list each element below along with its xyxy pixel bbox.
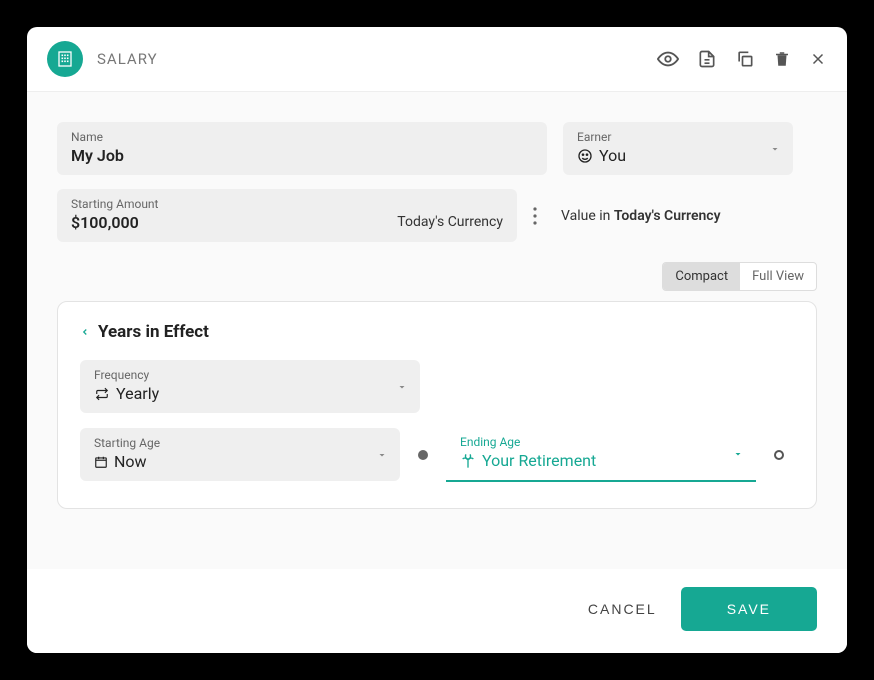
- note-icon[interactable]: [697, 49, 717, 69]
- chevron-left-icon[interactable]: [80, 324, 90, 340]
- modal-header: SALARY: [27, 27, 847, 92]
- value-in-text: Value in Today's Currency: [561, 208, 721, 224]
- start-dot-indicator: [418, 450, 428, 460]
- trash-icon[interactable]: [773, 49, 791, 69]
- currency-tag: Today's Currency: [397, 214, 503, 230]
- card-header: Years in Effect: [80, 322, 794, 342]
- years-in-effect-card: Years in Effect Frequency Yearly: [57, 301, 817, 509]
- chevron-down-icon: [769, 143, 781, 155]
- close-icon[interactable]: [809, 50, 827, 68]
- save-button[interactable]: SAVE: [681, 587, 817, 631]
- name-label: Name: [71, 130, 533, 144]
- starting-amount-field[interactable]: Starting Amount $100,000 Today's Currenc…: [57, 189, 517, 242]
- ending-age-field[interactable]: Ending Age Your Retirement: [446, 427, 756, 482]
- name-value: My Job: [71, 146, 533, 165]
- copy-icon[interactable]: [735, 49, 755, 69]
- header-title-group: SALARY: [47, 41, 657, 77]
- frequency-label: Frequency: [94, 368, 406, 382]
- salary-modal: SALARY Name My Job: [27, 27, 847, 653]
- amount-row: Starting Amount $100,000 Today's Currenc…: [57, 189, 817, 242]
- modal-title: SALARY: [97, 50, 158, 68]
- earner-field[interactable]: Earner You: [563, 122, 793, 175]
- starting-age-field[interactable]: Starting Age Now: [80, 428, 400, 481]
- frequency-row: Frequency Yearly: [80, 360, 794, 413]
- chevron-down-icon: [376, 449, 388, 461]
- ending-age-value: Your Retirement: [460, 451, 742, 470]
- building-icon: [47, 41, 83, 77]
- repeat-icon: [94, 387, 110, 401]
- starting-age-value: Now: [94, 452, 386, 471]
- end-dot-indicator: [774, 450, 784, 460]
- frequency-value: Yearly: [94, 384, 406, 403]
- name-earner-row: Name My Job Earner You: [57, 122, 817, 175]
- modal-body: Name My Job Earner You Starting Amount: [27, 92, 847, 569]
- earner-label: Earner: [577, 130, 779, 144]
- palm-icon: [460, 453, 476, 469]
- calendar-icon: [94, 455, 108, 469]
- chevron-down-icon: [732, 448, 744, 460]
- amount-label: Starting Amount: [71, 197, 503, 211]
- view-toggle-group: Compact Full View: [662, 262, 817, 291]
- compact-toggle[interactable]: Compact: [663, 263, 740, 290]
- earner-value: You: [577, 146, 779, 165]
- cancel-button[interactable]: CANCEL: [588, 601, 657, 617]
- view-toggle: Compact Full View: [57, 262, 817, 291]
- full-view-toggle[interactable]: Full View: [740, 263, 816, 290]
- card-title: Years in Effect: [98, 322, 209, 342]
- chevron-down-icon: [396, 381, 408, 393]
- frequency-field[interactable]: Frequency Yearly: [80, 360, 420, 413]
- kebab-menu-icon[interactable]: [529, 207, 541, 225]
- ending-age-label: Ending Age: [460, 435, 742, 449]
- person-icon: [577, 148, 593, 164]
- modal-footer: CANCEL SAVE: [27, 569, 847, 653]
- age-range-row: Starting Age Now Ending Age: [80, 427, 794, 482]
- starting-age-label: Starting Age: [94, 436, 386, 450]
- header-actions: [657, 48, 827, 70]
- name-field[interactable]: Name My Job: [57, 122, 547, 175]
- eye-icon[interactable]: [657, 48, 679, 70]
